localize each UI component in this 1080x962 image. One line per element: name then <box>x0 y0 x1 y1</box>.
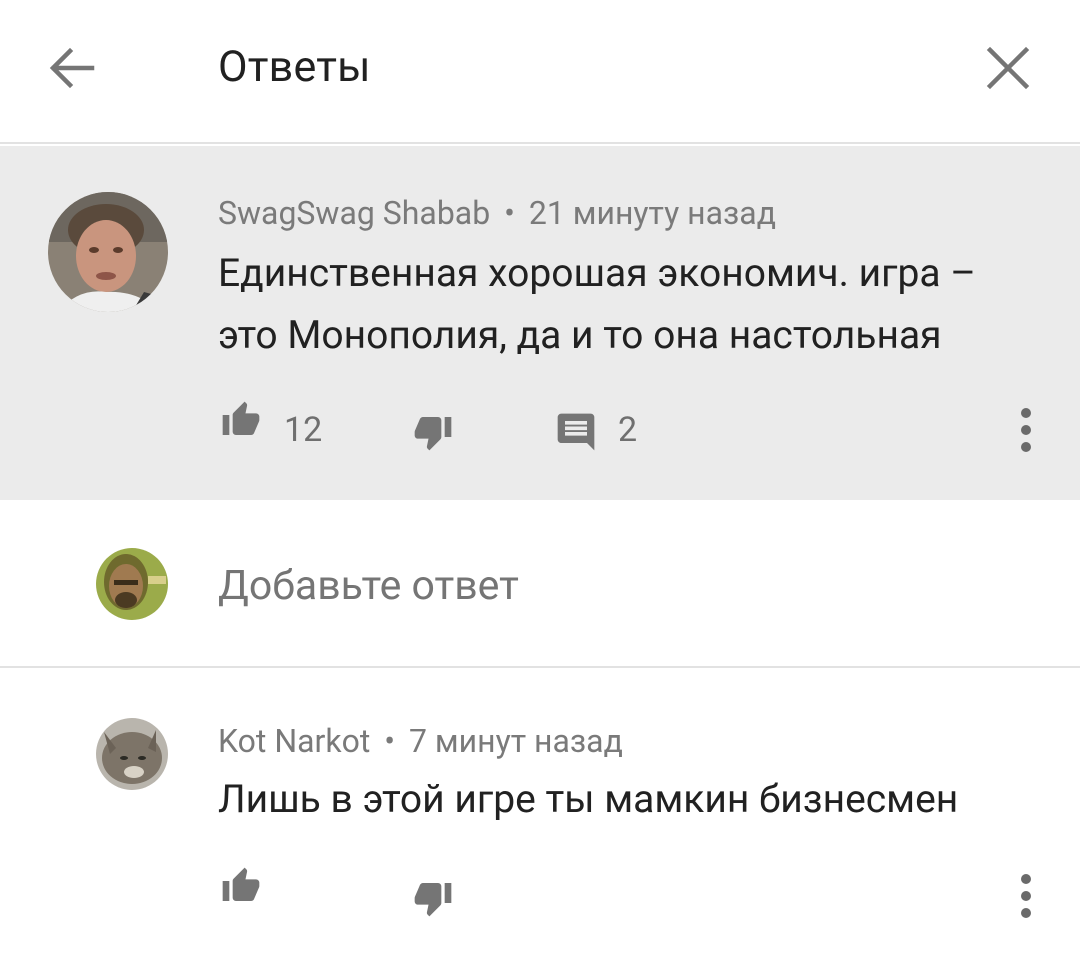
avatar[interactable] <box>96 718 168 790</box>
comment-text: Единственная хорошая экономич. игра – эт… <box>218 242 976 366</box>
arrow-back-icon[interactable] <box>44 40 100 96</box>
reply-count: 2 <box>618 410 638 450</box>
like-count: 12 <box>284 410 323 450</box>
thumb-up-icon[interactable] <box>218 400 264 440</box>
avatar[interactable] <box>48 192 168 312</box>
timestamp: 7 минут назад <box>409 722 623 760</box>
timestamp: 21 минуту назад <box>528 194 776 232</box>
meta-separator: • <box>384 722 396 760</box>
reply-comment: Kot Narkot • 7 минут назад Лишь в этой и… <box>0 670 1080 962</box>
add-reply-row: Добавьте ответ <box>0 500 1080 668</box>
comment-text: Лишь в этой игре ты мамкин бизнесмен <box>218 776 959 822</box>
thumb-up-icon[interactable] <box>218 866 264 906</box>
more-options-icon[interactable] <box>1016 872 1036 920</box>
parent-comment: SwagSwag Shabab • 21 минуту назад Единст… <box>0 146 1080 500</box>
more-options-icon[interactable] <box>1016 406 1036 454</box>
author-name[interactable]: SwagSwag Shabab <box>218 194 490 232</box>
comment-meta: Kot Narkot • 7 минут назад <box>218 722 623 760</box>
thumb-down-icon[interactable] <box>410 412 456 452</box>
app-header: Ответы <box>0 0 1080 144</box>
page-title: Ответы <box>218 42 371 92</box>
comment-text-line: это Монополия, да и то она настольная <box>218 312 942 358</box>
author-name[interactable]: Kot Narkot <box>218 722 370 760</box>
comment-meta: SwagSwag Shabab • 21 минуту назад <box>218 194 776 232</box>
close-icon[interactable] <box>982 42 1034 94</box>
thumb-down-icon[interactable] <box>410 878 456 918</box>
comment-text-line: Единственная хорошая экономич. игра – <box>218 250 976 296</box>
comment-icon[interactable] <box>554 410 598 454</box>
avatar[interactable] <box>96 548 168 620</box>
meta-separator: • <box>504 194 515 232</box>
reply-input[interactable]: Добавьте ответ <box>218 562 519 610</box>
